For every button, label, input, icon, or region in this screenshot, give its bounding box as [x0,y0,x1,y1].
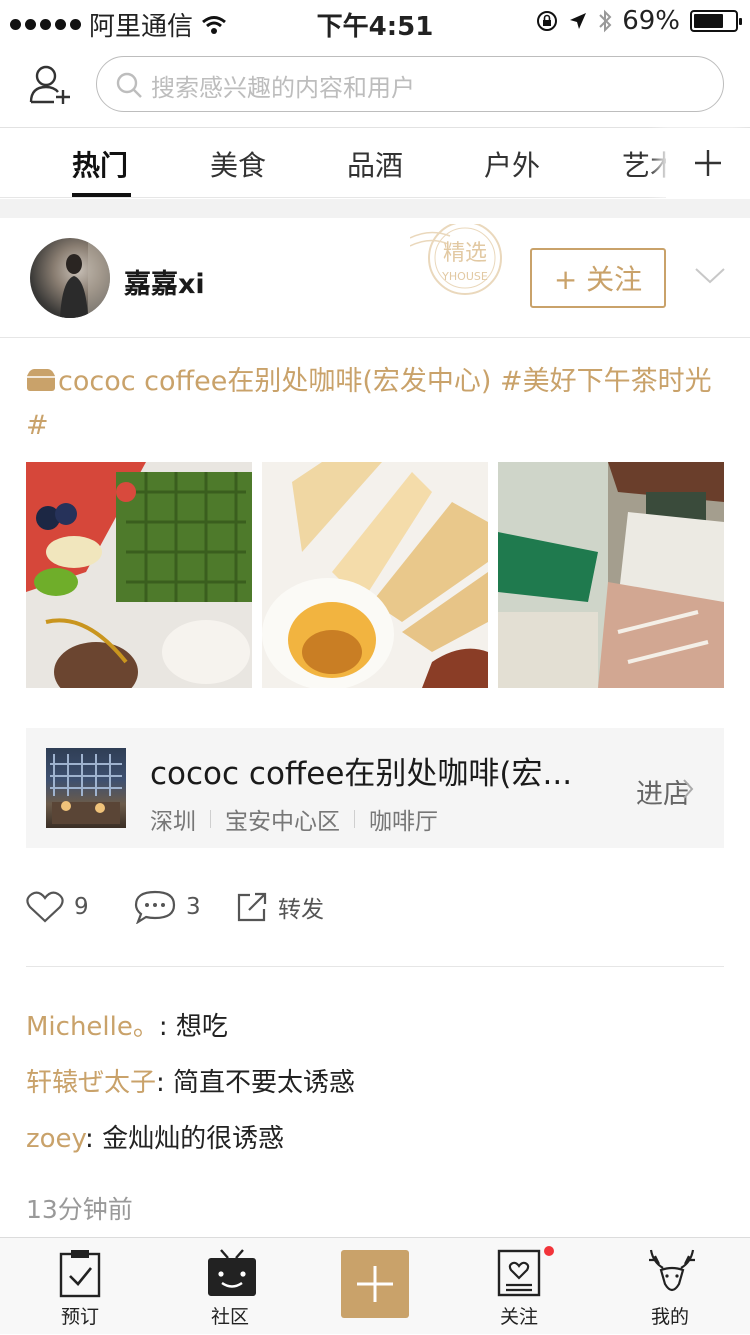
notification-dot [544,1246,554,1256]
post-timestamp: 13分钟前 [26,1195,133,1224]
comment-item[interactable]: zoey: 金灿灿的很诱惑 [26,1118,284,1155]
comment-icon [134,890,176,924]
category-tabs: 热门 美食 品酒 户外 艺术 [0,128,750,198]
share-label: 转发 [278,897,324,923]
post-actions: 9 3 转发 [26,890,724,930]
tab-hot[interactable]: 热门 [72,144,128,184]
comment-button[interactable]: 3 [134,890,201,924]
search-header: 搜索感兴趣的内容和用户 [0,42,750,128]
books-photo [498,462,724,688]
battery-icon [690,10,742,32]
post-card: 嘉嘉xi 精选 YHOUSE + 关注 cococ coffee在别处咖啡(宏发… [0,218,750,1238]
nav-label: 预订 [60,1306,99,1328]
nav-booking[interactable]: 预订 [20,1238,140,1335]
avatar-figure [60,238,110,318]
share-button[interactable]: 转发 [236,890,324,924]
meta-divider [210,810,211,828]
comment-text: : 简直不要太诱惑 [156,1068,356,1098]
bluetooth-icon [599,9,612,33]
comment-user[interactable]: zoey [26,1124,85,1154]
comment-user[interactable]: Michelle。 [26,1012,159,1042]
shop-name: cococ coffee在别处咖啡(宏... [150,756,573,792]
status-bar: 阿里通信 下午4:51 69% [0,0,750,42]
battery-percent: 69% [622,6,680,36]
clipboard-check-icon [59,1250,101,1298]
photo-1[interactable] [26,462,252,688]
photo-3[interactable] [498,462,724,688]
store-icon [27,369,55,391]
nav-label: 关注 [499,1306,538,1328]
shop-card[interactable]: cococ coffee在别处咖啡(宏... 深圳 宝安中心区 咖啡厅 进店 [26,728,724,848]
nav-mine[interactable]: 我的 [610,1238,730,1335]
follow-label: + 关注 [553,263,643,296]
stamp-label: 精选 [443,241,487,266]
comment-item[interactable]: 轩辕ぜ太子: 简直不要太诱惑 [26,1062,355,1099]
bottom-tab-bar: 预订 社区 关注 我的 [0,1237,750,1334]
shop-meta: 深圳 宝安中心区 咖啡厅 [150,802,438,836]
username[interactable]: 嘉嘉xi [124,262,205,301]
like-button[interactable]: 9 [26,890,89,924]
plus-icon [695,150,721,176]
shop-thumbnail [46,748,126,828]
avatar[interactable] [30,238,110,318]
tab-wine[interactable]: 品酒 [347,144,403,184]
location-icon [570,13,587,29]
nav-label: 我的 [650,1306,689,1328]
tv-face-icon [208,1249,256,1296]
shop-city: 深圳 [150,809,196,835]
comment-user[interactable]: 轩辕ぜ太子 [26,1068,156,1098]
comment-count: 3 [186,894,201,920]
post-header: 嘉嘉xi 精选 YHOUSE + 关注 [0,218,750,338]
comment-text: : 金灿灿的很诱惑 [85,1124,285,1154]
search-icon [116,72,142,98]
publish-button[interactable] [341,1250,409,1318]
nav-following[interactable]: 关注 [459,1238,579,1335]
search-placeholder: 搜索感兴趣的内容和用户 [151,74,415,102]
comment-item[interactable]: Michelle。: 想吃 [26,1006,228,1043]
search-input[interactable]: 搜索感兴趣的内容和用户 [96,56,724,112]
divider [26,966,724,967]
add-tab-button[interactable] [666,128,750,198]
shop-interior-image [50,754,122,824]
deer-icon [649,1249,695,1292]
featured-stamp-icon: 精选 YHOUSE [410,224,502,295]
section-gap [0,199,750,218]
photo-2[interactable] [262,462,488,688]
active-tab-indicator [72,193,131,197]
nav-community[interactable]: 社区 [170,1238,290,1335]
tab-outdoor[interactable]: 户外 [484,144,540,184]
shop-district: 宝安中心区 [225,809,340,835]
shop-category: 咖啡厅 [369,809,438,835]
toast-photo [262,462,488,688]
tab-food[interactable]: 美食 [210,144,266,184]
chevron-right-icon [683,779,694,799]
stamp-sublabel: YHOUSE [441,270,488,283]
post-caption[interactable]: cococ coffee在别处咖啡(宏发中心) #美好下午茶时光# [26,360,716,448]
like-count: 9 [74,894,89,920]
share-icon [237,892,267,922]
caption-text: cococ coffee在别处咖啡(宏发中心) #美好下午茶时光# [26,366,712,441]
status-right: 69% [536,6,742,36]
heart-icon [26,891,64,923]
heart-doc-icon [497,1249,541,1297]
plus-icon [357,1266,393,1302]
add-friend-icon[interactable] [28,62,72,106]
rotation-lock-icon [537,11,558,31]
follow-button[interactable]: + 关注 [530,248,666,308]
meta-divider [354,810,355,828]
nav-label: 社区 [210,1306,249,1328]
photo-grid [26,462,724,688]
waffle-photo [26,462,252,688]
comment-text: : 想吃 [158,1012,228,1042]
chevron-down-icon[interactable] [694,266,726,286]
